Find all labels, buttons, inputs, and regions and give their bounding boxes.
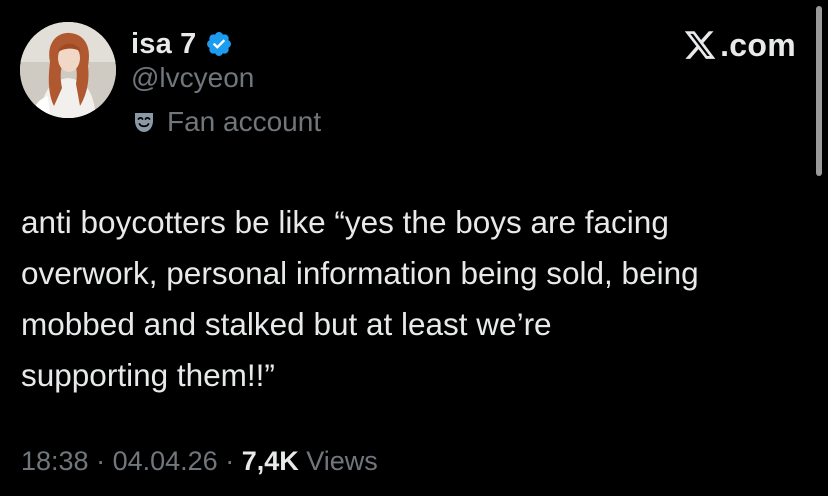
- meta-separator: ·: [217, 445, 242, 476]
- author-display-name[interactable]: isa 7: [131, 28, 197, 61]
- theater-mask-icon: [131, 109, 157, 135]
- tweet-time[interactable]: 18:38: [21, 446, 89, 477]
- x-logo-icon: [682, 28, 718, 62]
- tweet-text: anti boycotters be like “yes the boys ar…: [21, 204, 699, 393]
- scrollbar[interactable]: [816, 6, 822, 176]
- author-handle[interactable]: @lvcyeon: [131, 62, 254, 94]
- verified-badge-icon[interactable]: [205, 30, 233, 58]
- views-label: Views: [298, 445, 378, 476]
- affiliation-label[interactable]: Fan account: [167, 106, 321, 138]
- avatar[interactable]: [20, 22, 116, 118]
- author-name-row: isa 7: [131, 26, 233, 62]
- affiliation-row: Fan account: [131, 104, 321, 140]
- views-count[interactable]: 7,4K: [242, 446, 299, 477]
- brand-link[interactable]: .com: [682, 24, 796, 66]
- brand-label: .com: [720, 26, 796, 63]
- meta-separator: ·: [88, 445, 113, 476]
- tweet-meta: 18:38 · 04.04.26 · 7,4K Views: [21, 441, 378, 481]
- avatar-image: [20, 22, 116, 118]
- tweet-date[interactable]: 04.04.26: [113, 446, 218, 477]
